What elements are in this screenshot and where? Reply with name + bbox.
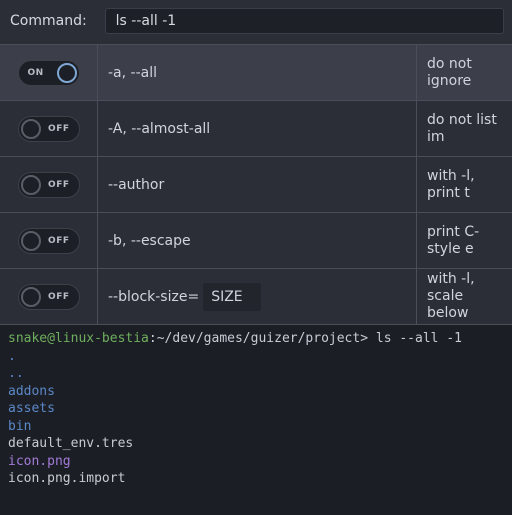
option-toggle[interactable]: OFF [18, 284, 80, 310]
option-flag: -A, --almost-all [108, 121, 210, 137]
option-flag-cell: -a, --all [98, 45, 417, 100]
option-toggle[interactable]: OFF [18, 172, 80, 198]
terminal-output-line: addons [8, 383, 504, 401]
option-description: print C-style e [417, 213, 512, 268]
option-description: with -l, scale below [417, 269, 512, 324]
terminal-output-line: icon.png [8, 453, 504, 471]
option-toggle[interactable]: OFF [18, 116, 80, 142]
option-flag-cell: -b, --escape [98, 213, 417, 268]
terminal-output-line: assets [8, 400, 504, 418]
toggle-label: ON [28, 68, 44, 78]
toggle-label: OFF [48, 236, 69, 246]
option-toggle-cell: ON [0, 45, 98, 100]
option-flag-cell: --block-size= [98, 269, 417, 324]
options-table: ON -a, --all do not ignore OFF -A, --almost-… [0, 44, 512, 325]
command-input[interactable] [105, 8, 504, 34]
option-row: OFF --block-size= with -l, scale below [0, 269, 512, 325]
option-toggle-cell: OFF [0, 213, 98, 268]
option-toggle[interactable]: OFF [18, 228, 80, 254]
option-arg-input[interactable] [203, 283, 261, 311]
option-flag: -a, --all [108, 65, 157, 81]
option-toggle-cell: OFF [0, 269, 98, 324]
terminal-output-line: .. [8, 365, 504, 383]
prompt-user-host: snake@linux-bestia [8, 331, 149, 346]
option-toggle[interactable]: ON [18, 60, 80, 86]
option-flag-cell: --author [98, 157, 417, 212]
terminal-output-line: icon.png.import [8, 470, 504, 488]
toggle-dot [21, 119, 41, 139]
option-toggle-cell: OFF [0, 101, 98, 156]
toggle-label: OFF [48, 180, 69, 190]
option-description: do not ignore [417, 45, 512, 100]
toggle-label: OFF [48, 124, 69, 134]
toggle-dot [21, 287, 41, 307]
option-flag: --author [108, 177, 164, 193]
option-flag-cell: -A, --almost-all [98, 101, 417, 156]
toggle-dot [57, 63, 77, 83]
terminal-output-line: bin [8, 418, 504, 436]
toggle-label: OFF [48, 292, 69, 302]
option-toggle-cell: OFF [0, 157, 98, 212]
option-flag: -b, --escape [108, 233, 191, 249]
command-label: Command: [10, 13, 87, 29]
terminal-output-line: . [8, 348, 504, 366]
option-flag: --block-size= [108, 289, 199, 305]
option-row: ON -a, --all do not ignore [0, 45, 512, 101]
prompt-command: ls --all -1 [368, 331, 462, 346]
terminal-output-line: default_env.tres [8, 435, 504, 453]
option-row: OFF -A, --almost-all do not list im [0, 101, 512, 157]
option-description: do not list im [417, 101, 512, 156]
toggle-dot [21, 231, 41, 251]
command-bar: Command: [0, 0, 512, 44]
terminal-prompt-line: snake@linux-bestia:~/dev/games/guizer/pr… [8, 330, 504, 348]
prompt-path: :~/dev/games/guizer/project> [149, 331, 368, 346]
option-row: OFF --author with -l, print t [0, 157, 512, 213]
terminal-pane[interactable]: snake@linux-bestia:~/dev/games/guizer/pr… [0, 325, 512, 515]
toggle-dot [21, 175, 41, 195]
option-description: with -l, print t [417, 157, 512, 212]
option-row: OFF -b, --escape print C-style e [0, 213, 512, 269]
